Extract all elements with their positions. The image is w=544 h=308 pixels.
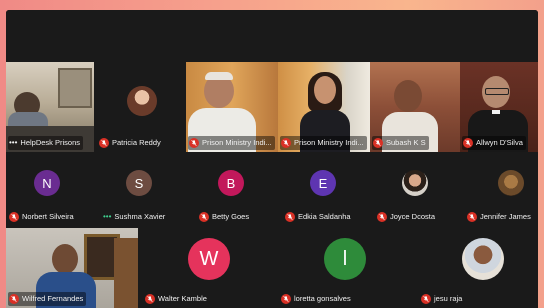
muted-mic-icon	[189, 138, 199, 148]
participant-name: Betty Goes	[212, 212, 250, 221]
muted-mic-icon	[199, 212, 209, 222]
participant-tile-joyce[interactable]: Joyce Dcosta	[370, 158, 460, 226]
name-label: Prison Ministry Indi...	[188, 136, 275, 150]
name-label: Edkia Saldanha	[284, 210, 354, 224]
avatar: S	[126, 170, 152, 196]
glasses-shape	[485, 88, 509, 95]
name-label: Walter Kamble	[144, 292, 210, 306]
person-head	[52, 244, 78, 274]
name-label: jesu raja	[420, 292, 465, 306]
name-label: Jennifer James	[466, 210, 534, 224]
participant-tile-subash[interactable]: Subash K S	[370, 62, 460, 152]
person-hair	[205, 72, 233, 80]
participant-tile-allwyn[interactable]: Allwyn D'Silva	[460, 62, 538, 152]
avatar: B	[218, 170, 244, 196]
avatar: l	[324, 238, 366, 280]
participant-name: Norbert Silveira	[22, 212, 74, 221]
name-label: Patricia Reddy	[98, 136, 164, 150]
name-label: loretta gonsalves	[280, 292, 354, 306]
participant-name: Prison Ministry Indi...	[294, 138, 364, 147]
avatar	[498, 170, 524, 196]
person-head	[394, 80, 422, 112]
participant-name: Allwyn D'Silva	[476, 138, 523, 147]
name-label: ••• HelpDesk Prisons	[8, 136, 84, 150]
participant-tile-betty[interactable]: B Betty Goes	[186, 158, 278, 226]
avatar	[402, 170, 428, 196]
muted-mic-icon	[373, 138, 383, 148]
muted-mic-icon	[285, 212, 295, 222]
participant-tile-walter[interactable]: W Walter Kamble	[138, 228, 274, 308]
participant-tile-edkia[interactable]: E Edkia Saldanha	[278, 158, 370, 226]
muted-mic-icon	[421, 294, 431, 304]
muted-mic-icon	[467, 212, 477, 222]
name-label: Subash K S	[372, 136, 429, 150]
avatar: W	[188, 238, 230, 280]
top-bar	[6, 10, 538, 62]
connecting-icon: •••	[103, 212, 112, 221]
participant-name: Wilfred Fernandes	[22, 294, 84, 303]
participant-name: jesu raja	[434, 294, 463, 303]
name-label: Allwyn D'Silva	[462, 136, 526, 150]
participant-name: Jennifer James	[480, 212, 531, 221]
participant-name: Walter Kamble	[158, 294, 207, 303]
participant-name: Sushma Xavier	[114, 212, 166, 221]
participant-tile-jesu[interactable]: jesu raja	[410, 228, 538, 308]
participant-name: Subash K S	[386, 138, 426, 147]
participant-name: HelpDesk Prisons	[20, 138, 81, 147]
participant-tile-helpdesk[interactable]: ••• HelpDesk Prisons	[6, 62, 94, 152]
name-label: ••• Sushma Xavier	[102, 210, 168, 224]
participant-tile-wilfred[interactable]: Wilfred Fernandes	[6, 228, 138, 308]
person-head	[314, 76, 336, 104]
participant-name: Patricia Reddy	[112, 138, 161, 147]
collar-shape	[492, 110, 500, 114]
muted-mic-icon	[99, 138, 109, 148]
name-label: Norbert Silveira	[8, 210, 77, 224]
participant-name: Prison Ministry Indi...	[202, 138, 272, 147]
name-label: Joyce Dcosta	[376, 210, 438, 224]
participant-tile-patricia[interactable]: Patricia Reddy	[94, 62, 186, 152]
cabinet-shape	[114, 238, 138, 308]
avatar: E	[310, 170, 336, 196]
participant-tile-prison-ministry-1[interactable]: Prison Ministry Indi...	[186, 62, 278, 152]
avatar	[127, 86, 157, 116]
participant-tile-norbert[interactable]: N Norbert Silveira	[6, 158, 94, 226]
window-shape	[58, 68, 92, 108]
name-label: Prison Ministry Indi...	[280, 136, 367, 150]
name-label: Wilfred Fernandes	[8, 292, 87, 306]
muted-mic-icon	[377, 212, 387, 222]
participant-tile-jennifer[interactable]: Jennifer James	[460, 158, 538, 226]
meeting-window: ••• HelpDesk Prisons Patricia Reddy Pris…	[6, 10, 538, 308]
avatar: N	[34, 170, 60, 196]
muted-mic-icon	[9, 294, 19, 304]
participant-tile-sushma[interactable]: S ••• Sushma Xavier	[94, 158, 186, 226]
muted-mic-icon	[281, 138, 291, 148]
more-options-icon[interactable]: •••	[9, 136, 17, 150]
muted-mic-icon	[281, 294, 291, 304]
participant-name: loretta gonsalves	[294, 294, 351, 303]
muted-mic-icon	[463, 138, 473, 148]
muted-mic-icon	[9, 212, 19, 222]
participant-tile-loretta[interactable]: l loretta gonsalves	[274, 228, 410, 308]
participant-name: Joyce Dcosta	[390, 212, 436, 221]
name-label: Betty Goes	[198, 210, 252, 224]
participant-name: Edkia Saldanha	[298, 212, 351, 221]
participant-tile-prison-ministry-2[interactable]: Prison Ministry Indi...	[278, 62, 370, 152]
avatar	[462, 238, 504, 280]
muted-mic-icon	[145, 294, 155, 304]
